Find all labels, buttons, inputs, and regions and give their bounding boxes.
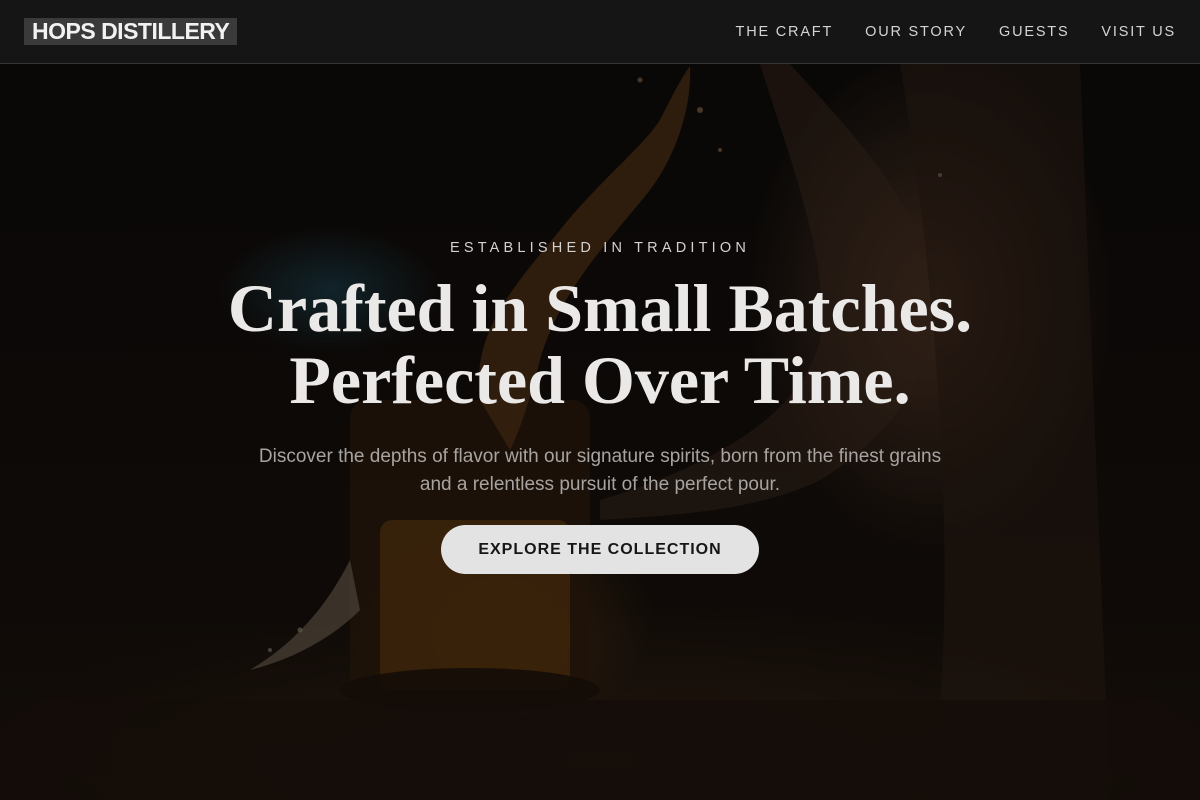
hero-section: ESTABLISHED IN TRADITION Crafted in Smal… xyxy=(0,0,1200,800)
explore-collection-button[interactable]: EXPLORE THE COLLECTION xyxy=(441,525,759,574)
hero-headline-line-1: Crafted in Small Batches. xyxy=(227,270,973,346)
hero-headline: Crafted in Small Batches. Perfected Over… xyxy=(0,272,1200,416)
hero-subtext: Discover the depths of flavor with our s… xyxy=(258,446,942,495)
hero-eyebrow: ESTABLISHED IN TRADITION xyxy=(449,240,751,256)
hero-headline-line-2: Perfected Over Time. xyxy=(289,342,911,418)
